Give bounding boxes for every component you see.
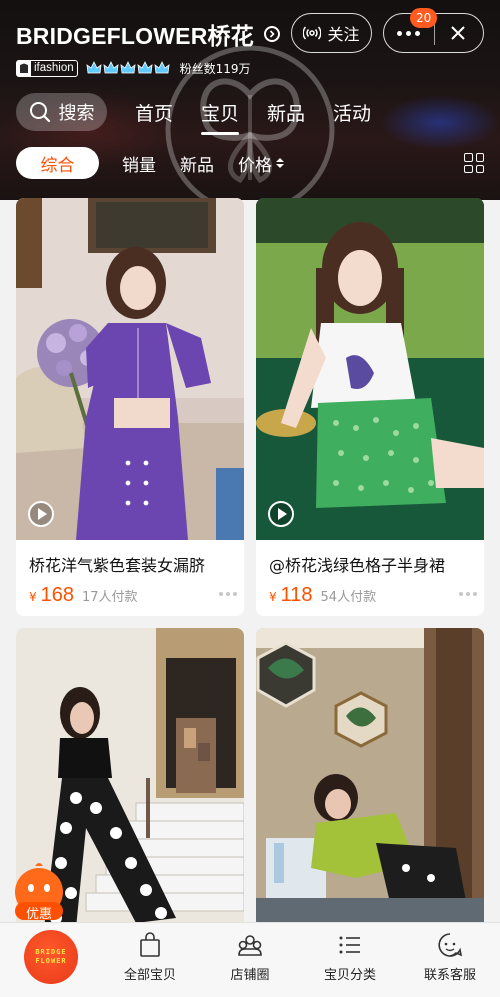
product-card[interactable]: 桥花洋气紫色套装女漏脐 ¥ 168 17人付款 [16, 198, 244, 616]
coupon-label: 优惠 [25, 907, 52, 922]
product-image[interactable] [16, 198, 244, 540]
shop-rating-crowns [86, 60, 170, 76]
follow-button[interactable]: 关注 [291, 13, 372, 53]
shop-meta-row: ifashion 粉丝数119万 [16, 59, 251, 77]
crown-icon [86, 61, 102, 74]
category-list-icon [339, 936, 360, 954]
filter-new[interactable]: 新品 [180, 151, 214, 176]
tab-customer-service[interactable]: 联系客服 [400, 931, 500, 983]
product-card[interactable]: @桥花浅绿色格子半身裙 ¥ 118 54人付款 [256, 198, 484, 616]
sort-filter-bar: 综合 销量 新品 价格 [16, 147, 484, 179]
bag-icon [140, 932, 160, 957]
crown-icon [120, 61, 136, 74]
sort-arrows-icon [276, 158, 284, 168]
broadcast-icon [303, 26, 322, 40]
tab-all-items[interactable]: 全部宝贝 [100, 931, 200, 983]
play-video-icon[interactable] [28, 501, 54, 527]
currency-symbol: ¥ [269, 590, 277, 604]
more-options-icon[interactable] [219, 592, 237, 596]
grid-view-icon[interactable] [464, 153, 484, 173]
tab-label: 全部宝贝 [123, 968, 176, 983]
product-price: 168 [40, 584, 75, 606]
more-dots-icon [397, 30, 421, 36]
search-button[interactable]: 搜索 [16, 93, 107, 131]
shop-nav: 搜索 首页 宝贝 新品 活动 [16, 93, 371, 135]
crown-icon [137, 61, 153, 74]
shop-logo-text: BRIDGE FLOWER [35, 948, 67, 965]
header-background-glow [380, 95, 500, 150]
tab-new[interactable]: 新品 [267, 99, 305, 126]
close-button[interactable] [434, 14, 484, 52]
filter-comprehensive[interactable]: 综合 [16, 147, 99, 179]
crown-icon [103, 61, 119, 74]
bottom-tab-bar: BRIDGE FLOWER 全部宝贝 店铺圈 宝贝分类 联系客服 [0, 922, 500, 997]
tab-label: 联系客服 [423, 968, 476, 983]
tab-home[interactable]: 首页 [135, 99, 173, 126]
fans-count: 粉丝数119万 [179, 61, 251, 76]
shop-name-row[interactable]: BRIDGEFLOWER桥花 [16, 18, 280, 50]
product-card[interactable] [256, 628, 484, 928]
more-options-icon[interactable] [459, 592, 477, 596]
community-icon [238, 935, 262, 956]
product-price-row: ¥ 168 17人付款 [29, 584, 237, 608]
crown-icon [154, 61, 170, 74]
currency-symbol: ¥ [29, 590, 37, 604]
filter-price-label: 价格 [238, 155, 272, 176]
filter-price[interactable]: 价格 [238, 151, 284, 176]
tab-label: 店铺圈 [230, 968, 270, 983]
ifashion-icon [17, 60, 31, 76]
search-icon [29, 102, 50, 123]
play-video-icon[interactable] [268, 501, 294, 527]
product-title[interactable]: @桥花浅绿色格子半身裙 [269, 552, 477, 576]
product-sold-count: 54人付款 [320, 590, 377, 605]
customer-service-icon [438, 933, 463, 957]
tab-categories[interactable]: 宝贝分类 [300, 931, 400, 983]
search-label: 搜索 [58, 103, 95, 124]
chevron-right-icon[interactable] [263, 26, 280, 42]
coupon-float-button[interactable]: 优惠 [13, 862, 65, 922]
tab-label: 宝贝分类 [323, 968, 376, 983]
shop-name[interactable]: BRIDGEFLOWER桥花 [16, 17, 254, 51]
product-price: 118 [280, 584, 313, 606]
shop-logo-avatar[interactable]: BRIDGE FLOWER [24, 930, 78, 984]
tab-shop-circle[interactable]: 店铺圈 [200, 931, 300, 983]
product-title[interactable]: 桥花洋气紫色套装女漏脐 [29, 552, 237, 576]
tab-items[interactable]: 宝贝 [201, 99, 240, 135]
follow-label: 关注 [327, 25, 360, 44]
product-price-row: ¥ 118 54人付款 [269, 584, 477, 608]
product-image[interactable] [256, 198, 484, 540]
tab-activity[interactable]: 活动 [333, 99, 371, 126]
ifashion-tag: ifashion [16, 59, 78, 77]
shop-header: BRIDGEFLOWER桥花 关注 20 ifashion 粉丝数119万 搜索… [0, 0, 500, 200]
product-sold-count: 17人付款 [82, 590, 138, 605]
ifashion-label: ifashion [34, 62, 74, 74]
product-image[interactable] [256, 628, 484, 928]
filter-sales[interactable]: 销量 [122, 151, 156, 176]
close-icon [451, 26, 465, 40]
notification-badge: 20 [410, 8, 438, 28]
